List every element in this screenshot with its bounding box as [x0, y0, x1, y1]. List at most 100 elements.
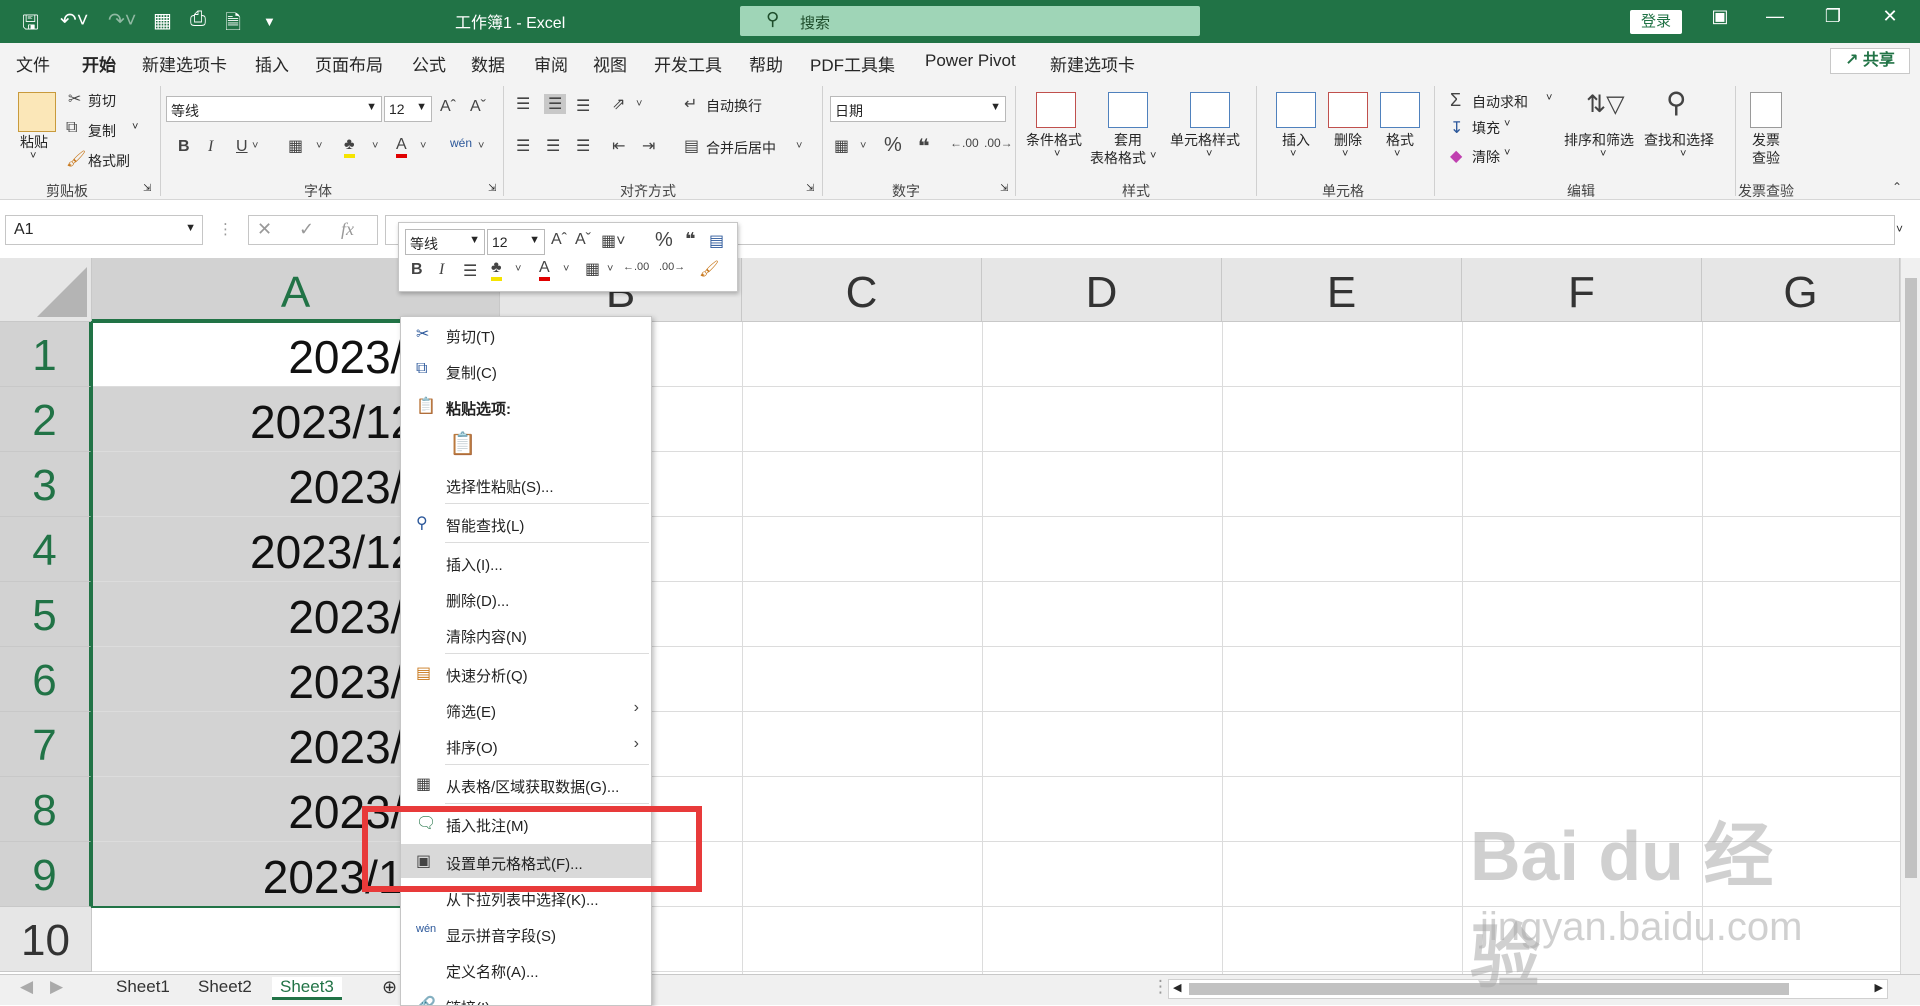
italic-icon[interactable]: I — [439, 261, 444, 279]
decrease-font-icon[interactable]: Aˇ — [470, 98, 486, 116]
customize-quick-access-icon[interactable]: ▼ — [263, 14, 276, 29]
format-cells-icon[interactable] — [1380, 92, 1420, 128]
menu-item-sort[interactable]: 排序(O) › — [401, 728, 651, 762]
sort-filter-button[interactable]: 排序和筛选 — [1564, 130, 1634, 150]
document-icon[interactable]: 🗎 — [225, 8, 241, 42]
align-center-icon[interactable]: ☰ — [463, 261, 477, 281]
align-top-icon[interactable]: ☰ — [516, 94, 530, 114]
copy-button[interactable]: 复制 — [88, 121, 116, 141]
tab-data[interactable]: 数据 — [471, 51, 505, 76]
comma-style-icon[interactable]: ❝ — [685, 229, 696, 250]
save-icon[interactable]: 🖫 — [22, 8, 39, 42]
cell-styles-dropdown-icon[interactable]: ˅ — [1206, 148, 1212, 160]
menu-item-copy[interactable]: ⧉ 复制(C) — [401, 353, 651, 387]
font-size-combo[interactable]: 12 ▼ — [384, 96, 432, 122]
row-header-2[interactable]: 2 — [0, 387, 92, 452]
conditional-format-icon[interactable] — [1036, 92, 1076, 128]
find-select-button[interactable]: 查找和选择 — [1644, 130, 1714, 150]
format-dropdown-icon[interactable]: ˅ — [1394, 148, 1400, 160]
increase-font-icon[interactable]: Aˆ — [551, 231, 567, 249]
format-painter-button[interactable]: 格式刷 — [88, 151, 130, 171]
delete-dropdown-icon[interactable]: ˅ — [1342, 148, 1348, 160]
add-sheet-icon[interactable]: ⊕ — [382, 977, 397, 998]
delete-cells-icon[interactable] — [1328, 92, 1368, 128]
cut-button[interactable]: 剪切 — [88, 91, 116, 111]
phonetic-icon[interactable]: wén — [450, 136, 472, 150]
column-header-c[interactable]: C — [742, 258, 982, 322]
orientation-dropdown-icon[interactable]: ˅ — [636, 98, 642, 110]
table-dropdown-icon[interactable]: ˅ — [1150, 150, 1156, 162]
menu-item-smart-lookup[interactable]: ⚲ 智能查找(L) — [401, 506, 651, 540]
insert-function-button[interactable]: fx — [341, 219, 354, 240]
scroll-left-arrow-icon[interactable]: ◀ — [1173, 981, 1181, 994]
column-header-f[interactable]: F — [1462, 258, 1702, 322]
underline-dropdown-icon[interactable]: ˅ — [252, 140, 258, 152]
borders-dropdown-icon[interactable]: ˅ — [316, 140, 322, 152]
increase-indent-icon[interactable]: ⇥ — [642, 136, 655, 156]
borders-dropdown-icon[interactable]: ˅ — [607, 263, 613, 275]
name-box[interactable]: A1 ▼ — [5, 215, 203, 245]
clear-button[interactable]: 清除 — [1472, 147, 1500, 167]
merge-center-button[interactable]: 合并后居中 — [706, 138, 776, 158]
percent-icon[interactable]: % — [884, 134, 902, 157]
align-center-icon[interactable]: ☰ — [546, 136, 560, 156]
increase-font-icon[interactable]: Aˆ — [440, 98, 456, 116]
insert-cells-icon[interactable] — [1276, 92, 1316, 128]
vertical-scrollbar[interactable] — [1900, 258, 1920, 974]
fill-color-dropdown-icon[interactable]: ˅ — [372, 140, 378, 152]
undo-icon[interactable]: ↶˅ — [60, 8, 88, 33]
row-header-9[interactable]: 9 — [0, 842, 92, 907]
autosum-button[interactable]: 自动求和 — [1472, 92, 1528, 112]
font-color-dropdown-icon[interactable]: ˅ — [420, 140, 426, 152]
autosum-dropdown-icon[interactable]: ˅ — [1546, 92, 1552, 104]
ribbon-display-icon[interactable]: ▣ — [1700, 6, 1740, 27]
paste-button[interactable]: 粘贴 — [20, 132, 48, 152]
tab-review[interactable]: 审阅 — [534, 51, 568, 76]
borders-icon[interactable]: ▦ — [288, 136, 303, 156]
scroll-right-arrow-icon[interactable]: ▶ — [1875, 981, 1883, 994]
row-header-4[interactable]: 4 — [0, 517, 92, 582]
scroll-right-icon[interactable]: ▶ — [50, 977, 63, 997]
menu-item-paste-special[interactable]: 选择性粘贴(S)... — [401, 467, 651, 501]
share-button[interactable]: ↗ 共享 — [1830, 48, 1910, 74]
find-select-icon[interactable]: ⚲ — [1666, 86, 1687, 119]
decrease-font-icon[interactable]: Aˇ — [575, 231, 591, 249]
tab-pdf-tools[interactable]: PDF工具集 — [810, 51, 895, 76]
phonetic-dropdown-icon[interactable]: ˅ — [478, 140, 484, 152]
collapse-ribbon-icon[interactable]: ⌃ — [1892, 180, 1902, 194]
minimize-icon[interactable]: — — [1755, 6, 1795, 27]
cell-styles-icon[interactable] — [1190, 92, 1230, 128]
font-name-combo[interactable]: 等线 ▼ — [166, 96, 382, 122]
orientation-icon[interactable]: ⇗ — [612, 94, 625, 114]
format-as-table-line1[interactable]: 套用 — [1114, 130, 1142, 150]
increase-decimal-icon[interactable]: ←.00 — [623, 261, 649, 273]
format-as-table-line2[interactable]: 表格格式 — [1090, 148, 1146, 168]
align-right-icon[interactable]: ☰ — [576, 136, 590, 156]
mini-font-name-combo[interactable]: 等线 ▼ — [405, 229, 485, 255]
invoice-check-icon[interactable] — [1750, 92, 1782, 128]
scroll-left-icon[interactable]: ◀ — [20, 977, 33, 997]
tab-developer[interactable]: 开发工具 — [654, 51, 722, 76]
restore-icon[interactable]: ❐ — [1813, 6, 1853, 27]
vertical-scroll-thumb[interactable] — [1905, 278, 1917, 878]
menu-item-link[interactable]: 🔗 链接(I) — [401, 988, 651, 1005]
menu-item-quick-analysis[interactable]: ▤ 快速分析(Q) — [401, 656, 651, 690]
alignment-launcher-icon[interactable]: ⇲ — [806, 183, 814, 194]
accounting-format-icon[interactable]: ▦˅ — [601, 231, 625, 251]
wrap-text-button[interactable]: 自动换行 — [706, 96, 762, 116]
fill-color-icon[interactable]: ♣ — [344, 136, 355, 158]
italic-button[interactable]: I — [208, 138, 213, 156]
form-icon[interactable]: ▦ — [153, 8, 172, 33]
cancel-icon[interactable]: ✕ — [257, 219, 272, 240]
align-middle-icon[interactable]: ☰ — [544, 94, 567, 114]
fill-color-dropdown-icon[interactable]: ˅ — [515, 263, 521, 275]
search-box[interactable]: ⚲ 搜索 — [740, 6, 1200, 36]
format-painter-icon[interactable]: 🖌 — [699, 259, 719, 279]
tab-view[interactable]: 视图 — [593, 51, 627, 76]
sheet-tab-3[interactable]: Sheet3 — [272, 977, 342, 1000]
font-color-icon[interactable]: A — [396, 136, 407, 158]
select-all-button[interactable] — [0, 258, 92, 322]
row-header-6[interactable]: 6 — [0, 647, 92, 712]
row-header-5[interactable]: 5 — [0, 582, 92, 647]
decrease-indent-icon[interactable]: ⇤ — [612, 136, 625, 156]
